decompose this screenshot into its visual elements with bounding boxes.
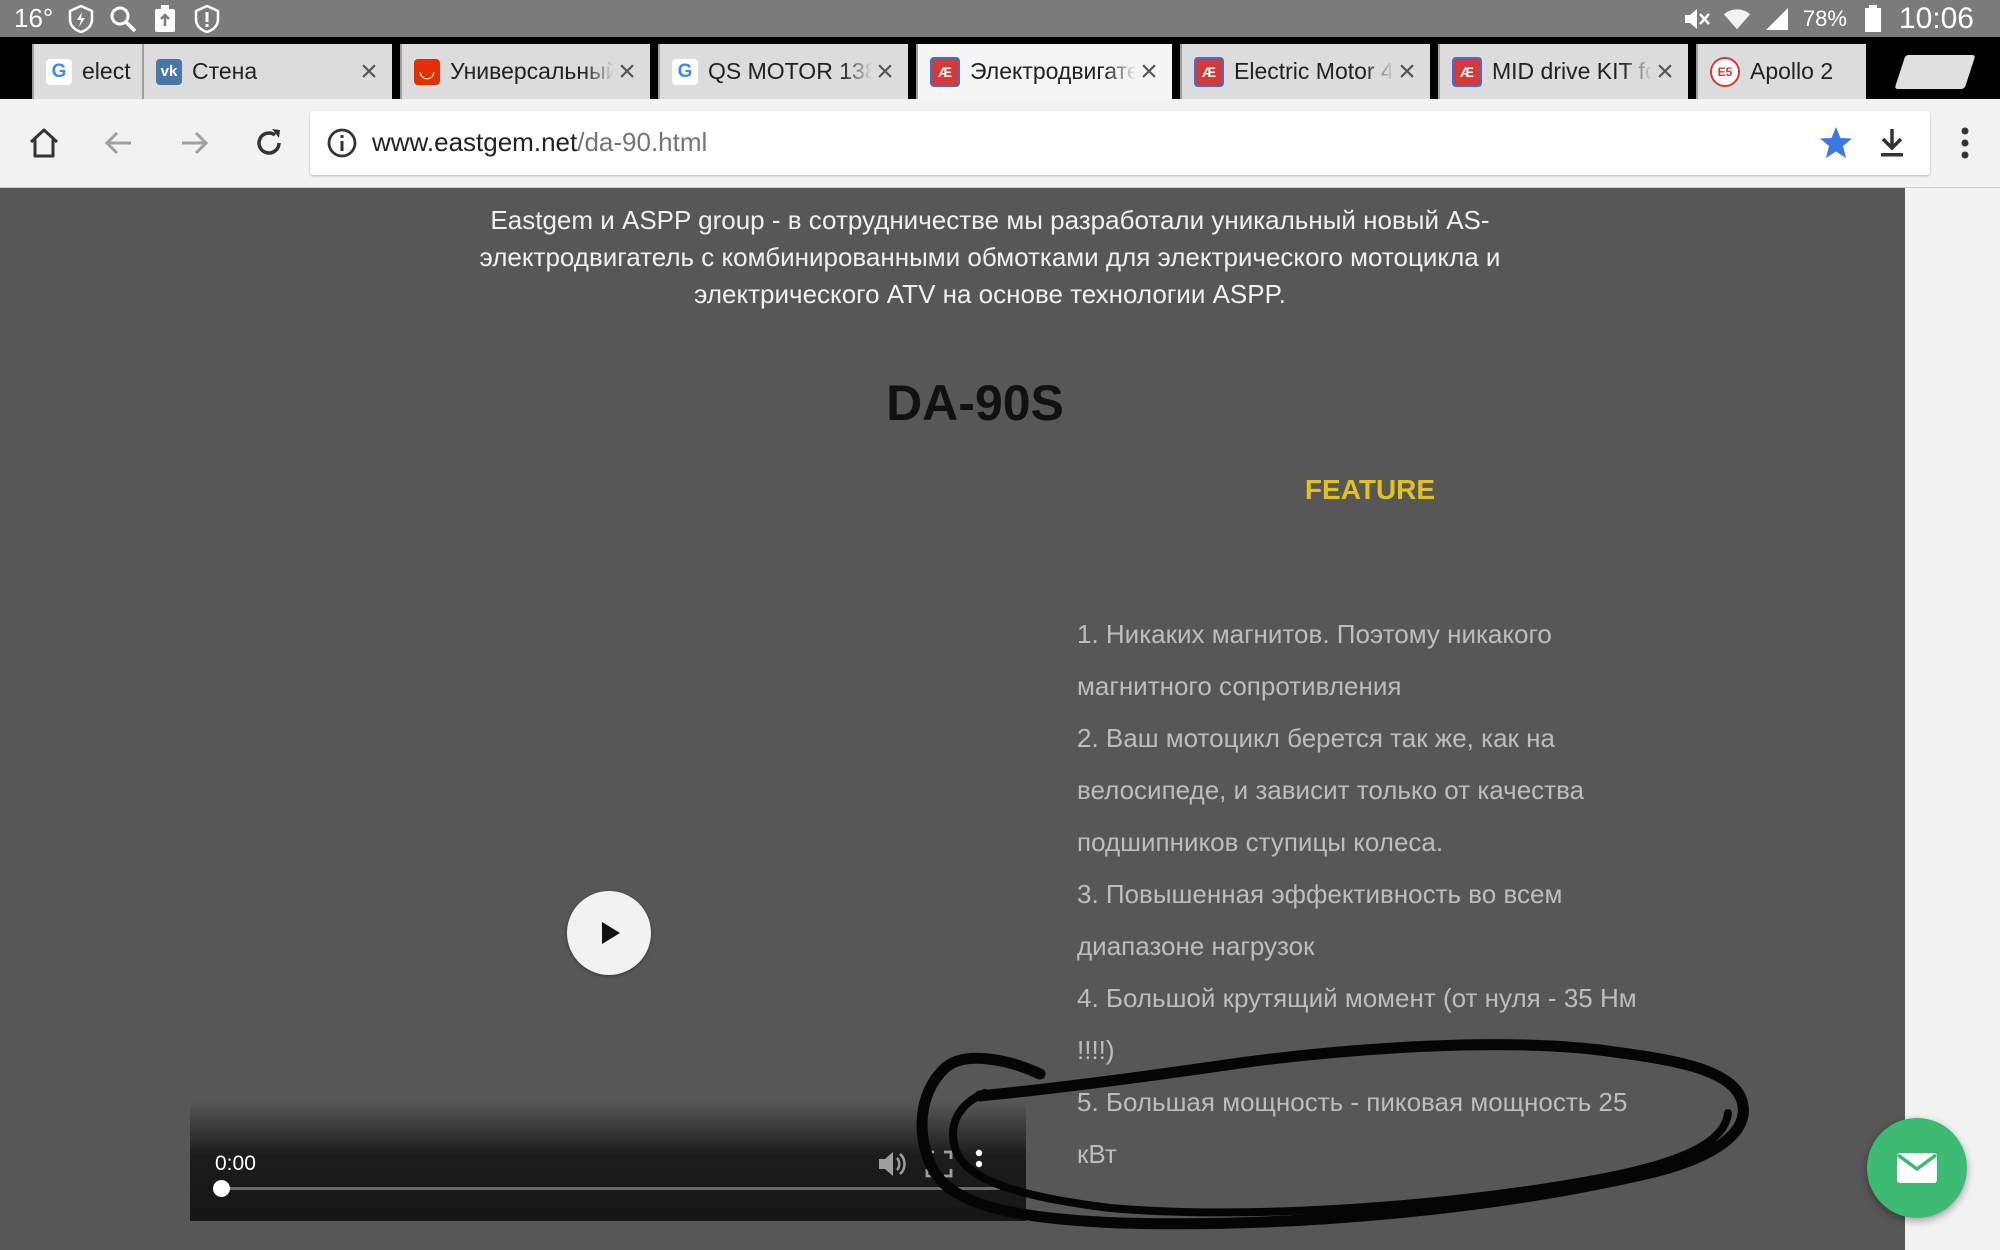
clock: 10:06 (1898, 1, 1974, 35)
intro-line: Eastgem и ASPP group - в сотрудничестве … (490, 205, 1490, 235)
search-icon (109, 5, 137, 33)
download-icon[interactable] (1874, 125, 1910, 161)
google-favicon-icon: G (46, 58, 72, 85)
tab-title: Универсальный (450, 58, 614, 84)
google-favicon-icon: G (672, 58, 698, 85)
tab-title: Электродвигатель (970, 58, 1136, 84)
tab-strip: G elect vk Стена × ◡ Универсальный × G Q… (0, 37, 2000, 99)
close-tab-icon[interactable]: × (1394, 56, 1420, 86)
info-icon[interactable] (326, 127, 358, 159)
e5-favicon-icon: E5 (1710, 56, 1740, 87)
intro-line: электрического ATV на основе технологии … (694, 279, 1286, 309)
tab-title: Стена (192, 58, 258, 84)
forward-arrow-icon[interactable] (170, 119, 218, 167)
overflow-menu-icon[interactable] (1950, 119, 1980, 167)
wifi-icon (1723, 5, 1751, 33)
intro-paragraph: Eastgem и ASPP group - в сотрудничестве … (420, 202, 1560, 313)
intro-line: электродвигатель с комбинированными обмо… (479, 242, 1501, 272)
eastgem-favicon-icon: Æ (930, 56, 960, 87)
feature-line: 3. Повышенная эффективность во всем (1077, 879, 1563, 909)
page-gutter (1905, 188, 2000, 1250)
new-tab-button[interactable] (1894, 55, 1976, 89)
feature-line: 2. Ваш мотоцикл берется так же, как на (1077, 723, 1555, 753)
tab-elect[interactable]: G elect (32, 44, 142, 99)
url-text[interactable]: www.eastgem.net/da-90.html (372, 127, 707, 158)
video-time: 0:00 (215, 1152, 256, 1175)
feature-line: 5. Большая мощность - пиковая мощность 2… (1077, 1087, 1628, 1117)
feature-line: подшипников ступицы колеса. (1077, 827, 1444, 857)
tab-stena[interactable]: vk Стена × (142, 44, 392, 99)
shield-icon (193, 4, 221, 33)
android-status-bar: 16° 78% 10:06 (0, 0, 2000, 37)
close-tab-icon[interactable]: × (1136, 56, 1162, 86)
tab-apollo[interactable]: E5 Apollo 2 (1696, 44, 1866, 99)
back-arrow-icon[interactable] (95, 119, 143, 167)
tab-electric-motor[interactable]: Æ Electric Motor 48 × (1180, 44, 1430, 99)
video-more-icon[interactable] (974, 1148, 984, 1180)
tab-title: Electric Motor 48 (1234, 58, 1394, 84)
tab-title: QS MOTOR 138 (708, 58, 872, 84)
browser-toolbar: www.eastgem.net/da-90.html (0, 99, 2000, 188)
eastgem-favicon-icon: Æ (1194, 56, 1224, 87)
vk-favicon-icon: vk (156, 58, 182, 85)
tab-universal[interactable]: ◡ Универсальный × (400, 44, 650, 99)
video-player[interactable]: 0:00 (190, 448, 1026, 1221)
feature-list: 1. Никаких магнитов. Поэтому никакого ма… (1077, 608, 1677, 1180)
model-title: DA-90S (886, 375, 1064, 431)
tab-title: MID drive KIT for (1492, 58, 1652, 84)
close-tab-icon[interactable]: × (1652, 56, 1678, 86)
feature-line: велосипеде, и зависит только от качества (1077, 775, 1585, 805)
feature-line: кВт (1077, 1139, 1117, 1169)
volume-icon[interactable] (876, 1148, 908, 1180)
battery-icon (1859, 4, 1887, 33)
address-bar[interactable]: www.eastgem.net/da-90.html (310, 111, 1930, 175)
feature-line: !!!!) (1077, 1035, 1115, 1065)
home-icon[interactable] (20, 119, 68, 167)
play-button[interactable] (567, 891, 651, 975)
feature-heading: FEATURE (1304, 474, 1436, 505)
mail-icon (1896, 1153, 1938, 1183)
bookmark-star-icon[interactable] (1818, 125, 1854, 161)
recycle-icon (151, 4, 179, 33)
play-icon (602, 922, 620, 944)
url-host: www.eastgem.net (372, 127, 578, 157)
url-path: /da-90.html (577, 127, 708, 157)
video-progress-track[interactable] (220, 1187, 1000, 1190)
tab-mid-drive[interactable]: Æ MID drive KIT for × (1438, 44, 1688, 99)
reload-icon[interactable] (245, 119, 293, 167)
tab-qs-motor[interactable]: G QS MOTOR 138 × (658, 44, 908, 99)
feature-line: 4. Большой крутящий момент (от нуля - 35… (1077, 983, 1637, 1013)
signal-icon (1763, 5, 1791, 33)
battery-saver-icon (67, 4, 95, 33)
aliexpress-favicon-icon: ◡ (414, 58, 440, 85)
feature-line: магнитного сопротивления (1077, 671, 1402, 701)
video-progress-thumb[interactable] (213, 1180, 230, 1197)
close-tab-icon[interactable]: × (614, 56, 640, 86)
fullscreen-icon[interactable] (925, 1150, 953, 1178)
mute-icon (1683, 5, 1711, 33)
tab-electrodvigatel[interactable]: Æ Электродвигатель × (916, 44, 1172, 99)
web-page: Eastgem и ASPP group - в сотрудничестве … (0, 188, 1905, 1250)
close-tab-icon[interactable]: × (356, 56, 382, 86)
video-controls: 0:00 (190, 1102, 1026, 1221)
battery-percent: 78% (1802, 5, 1847, 31)
temperature-text: 16° (14, 3, 54, 33)
close-tab-icon[interactable]: × (872, 56, 898, 86)
eastgem-favicon-icon: Æ (1452, 56, 1482, 87)
tab-title: Apollo 2 (1750, 58, 1834, 84)
feature-line: 1. Никаких магнитов. Поэтому никакого (1077, 619, 1552, 649)
contact-email-button[interactable] (1867, 1118, 1967, 1218)
feature-line: диапазоне нагрузок (1077, 931, 1315, 961)
tab-title: elect (82, 58, 131, 84)
